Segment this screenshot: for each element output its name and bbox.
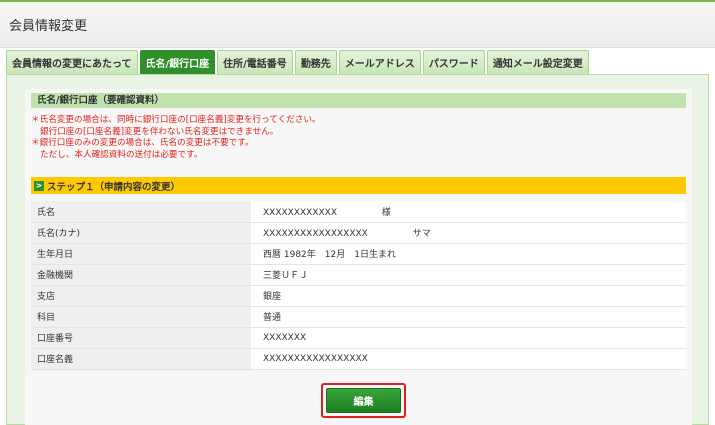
tab-membership-notice[interactable]: 会員情報の変更にあたって <box>6 50 138 74</box>
table-row: 金融機関 三菱ＵＦＪ <box>31 264 686 286</box>
form-area: 氏名/銀行口座（要確認資料） ＊氏名変更の場合は、同時に銀行口座の[口座名義]変… <box>25 89 692 425</box>
tab-password[interactable]: パスワード <box>422 50 485 74</box>
row-value: 普通 <box>251 306 686 328</box>
table-row: 氏名(カナ) XXXXXXXXXXXXXXXXX サマ <box>31 222 686 244</box>
content-panel: 氏名/銀行口座（要確認資料） ＊氏名変更の場合は、同時に銀行口座の[口座名義]変… <box>6 74 709 425</box>
page-title: 会員情報変更 <box>9 19 88 34</box>
table-row: 口座名義 XXXXXXXXXXXXXXXXX <box>31 348 686 370</box>
notice-line: ＊銀行口座のみの変更の場合は、氏名の変更は不要です。 <box>31 138 254 148</box>
name-value: XXXXXXXXXXXX <box>263 207 337 218</box>
row-value: 西暦 1982年 12月 1日生まれ <box>251 243 686 265</box>
member-info-table: 氏名 XXXXXXXXXXXX 様 氏名(カナ) XXXXXXXXXXXXXXX… <box>31 201 686 370</box>
section-title: 氏名/銀行口座（要確認資料） <box>31 93 686 108</box>
arrow-right-icon: > <box>34 180 44 191</box>
row-label: 氏名 <box>31 201 251 223</box>
notice-line: ただし、本人確認資料の送付は必要です。 <box>40 149 203 160</box>
notice-line: ＊氏名変更の場合は、同時に銀行口座の[口座名義]変更を行ってください。 <box>31 115 321 125</box>
page-header: 会員情報変更 <box>0 0 715 48</box>
tab-bar: 会員情報の変更にあたって 氏名/銀行口座 住所/電話番号 勤務先 メールアドレス… <box>6 50 591 74</box>
tab-name-bank[interactable]: 氏名/銀行口座 <box>139 50 216 74</box>
table-row: 科目 普通 <box>31 306 686 328</box>
step-header: > ステップ１（申請内容の変更） <box>31 177 686 194</box>
step-label: ステップ１（申請内容の変更） <box>47 181 181 193</box>
kana-value: XXXXXXXXXXXXXXXXX <box>263 229 368 239</box>
row-label: 科目 <box>31 306 251 328</box>
row-value: XXXXXXX <box>251 327 686 349</box>
row-label: 金融機関 <box>31 264 251 286</box>
row-value: XXXXXXXXXXXXXXXXX サマ <box>251 222 686 244</box>
table-row: 氏名 XXXXXXXXXXXX 様 <box>31 201 686 223</box>
row-value: XXXXXXXXXXXX 様 <box>251 201 686 223</box>
row-label: 氏名(カナ) <box>31 222 251 244</box>
edit-button[interactable]: 編集 <box>326 388 401 413</box>
tab-notification-settings[interactable]: 通知メール設定変更 <box>486 50 589 74</box>
row-label: 生年月日 <box>31 243 251 265</box>
row-value: XXXXXXXXXXXXXXXXX <box>251 348 686 370</box>
honorific: 様 <box>381 207 391 218</box>
tab-address-phone[interactable]: 住所/電話番号 <box>217 50 293 74</box>
honorific: サマ <box>412 229 431 239</box>
row-label: 口座番号 <box>31 327 251 349</box>
row-label: 口座名義 <box>31 348 251 370</box>
notice-text: ＊氏名変更の場合は、同時に銀行口座の[口座名義]変更を行ってください。 銀行口座… <box>31 115 686 161</box>
table-row: 口座番号 XXXXXXX <box>31 327 686 349</box>
table-row: 生年月日 西暦 1982年 12月 1日生まれ <box>31 243 686 265</box>
notice-line: 銀行口座の[口座名義]変更を伴わない氏名変更はできません。 <box>40 126 279 137</box>
table-row: 支店 銀座 <box>31 285 686 307</box>
row-label: 支店 <box>31 285 251 307</box>
tab-email[interactable]: メールアドレス <box>338 50 421 74</box>
row-value: 銀座 <box>251 285 686 307</box>
row-value: 三菱ＵＦＪ <box>251 264 686 286</box>
tab-workplace[interactable]: 勤務先 <box>294 50 337 74</box>
